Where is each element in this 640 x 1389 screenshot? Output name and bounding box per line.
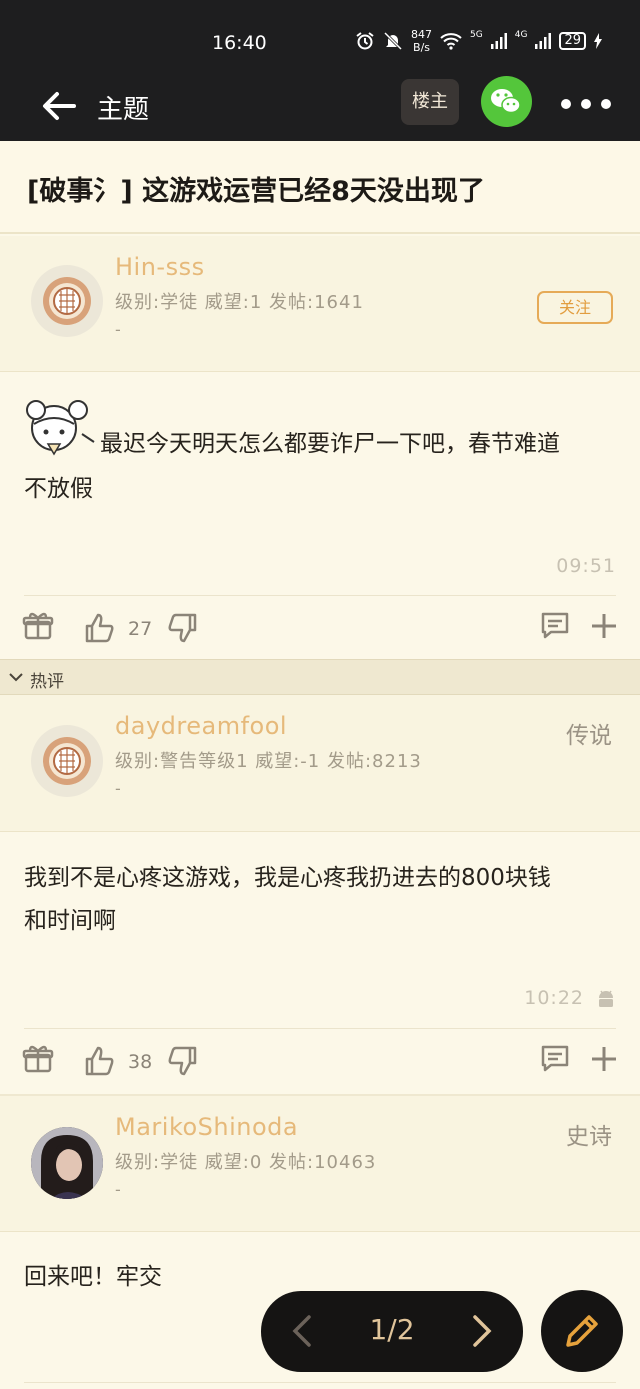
net-speed-unit: B/s bbox=[413, 41, 431, 54]
mute-bell-icon bbox=[383, 31, 403, 51]
post-content-line: 回来吧！牢交 bbox=[24, 1264, 162, 1290]
battery-indicator: 29 bbox=[559, 32, 586, 50]
charging-icon bbox=[594, 33, 602, 49]
default-avatar-icon bbox=[43, 737, 91, 785]
plus-icon[interactable] bbox=[588, 610, 620, 642]
page-title: 主题 bbox=[97, 95, 150, 125]
post-actions: 27 bbox=[0, 596, 640, 660]
plus-icon[interactable] bbox=[588, 1043, 620, 1075]
back-arrow-icon[interactable] bbox=[38, 86, 78, 126]
page-navigator: 1/2 bbox=[261, 1291, 523, 1372]
avatar[interactable] bbox=[31, 1127, 103, 1199]
post-2-author: daydreamfool 传说 级别:警告等级1 威望:-1 发帖:8213 - bbox=[0, 695, 640, 832]
thumbs-down-icon[interactable] bbox=[166, 612, 198, 644]
user-rank: 史诗 bbox=[566, 1124, 612, 1150]
net-speed-value: 847 bbox=[411, 28, 433, 41]
user-meta: 级别:学徒 威望:1 发帖:1641 bbox=[115, 292, 364, 313]
like-count: 27 bbox=[128, 618, 153, 640]
alarm-icon bbox=[356, 32, 374, 50]
username[interactable]: Hin-sss bbox=[115, 253, 205, 281]
chevron-right-icon[interactable] bbox=[469, 1314, 495, 1348]
post-3-author: MarikoShinoda 史诗 级别:学徒 威望:0 发帖:10463 - bbox=[0, 1094, 640, 1232]
user-signature: - bbox=[115, 779, 121, 798]
username[interactable]: MarikoShinoda bbox=[115, 1113, 298, 1141]
post-1-author: Hin-sss 级别:学徒 威望:1 发帖:1641 - 关注 bbox=[0, 236, 640, 372]
post-content-line: 和时间啊 bbox=[24, 908, 116, 934]
topic-title: [破事氵] 这游戏运营已经8天没出现了 bbox=[27, 176, 485, 207]
username[interactable]: daydreamfool bbox=[115, 712, 287, 740]
thumbs-up-icon[interactable] bbox=[84, 1045, 116, 1077]
post-content-line: 我到不是心疼这游戏，我是心疼我扔进去的800块钱 bbox=[24, 865, 551, 891]
signal-icon bbox=[490, 33, 507, 49]
user-signature: - bbox=[115, 320, 121, 339]
op-only-button[interactable]: 楼主 bbox=[401, 79, 459, 125]
android-icon bbox=[599, 990, 613, 1007]
post-time: 09:51 bbox=[556, 555, 616, 577]
signal-4g-label: 4G bbox=[514, 30, 528, 40]
gift-icon[interactable] bbox=[22, 610, 54, 642]
app-bar: 主题 楼主 bbox=[0, 76, 640, 141]
thumbs-up-icon[interactable] bbox=[84, 612, 116, 644]
wechat-icon bbox=[491, 89, 521, 114]
post-content-line: 不放假 bbox=[24, 476, 93, 502]
post-1-body: 最迟今天明天怎么都要诈尸一下吧，春节难道 不放假 09:51 27 bbox=[0, 372, 640, 659]
post-2-body: 我到不是心疼这游戏，我是心疼我扔进去的800块钱 和时间啊 10:22 38 bbox=[0, 832, 640, 1092]
default-avatar-icon bbox=[43, 277, 91, 325]
post-actions: 38 bbox=[0, 1029, 640, 1093]
hot-comments-label: 热评 bbox=[30, 672, 64, 692]
reply-comment-icon[interactable] bbox=[539, 610, 571, 642]
topic-header: [破事氵] 这游戏运营已经8天没出现了 bbox=[0, 141, 640, 234]
net-speed: 847 B/s bbox=[411, 28, 432, 54]
like-count: 38 bbox=[128, 1051, 153, 1073]
user-photo-avatar bbox=[31, 1127, 103, 1199]
signal-5g-label: 5G bbox=[470, 30, 483, 40]
gift-icon[interactable] bbox=[22, 1043, 54, 1075]
reply-comment-icon[interactable] bbox=[539, 1043, 571, 1075]
status-time: 16:40 bbox=[212, 32, 267, 54]
user-rank: 传说 bbox=[566, 723, 612, 749]
avatar[interactable] bbox=[31, 265, 103, 337]
user-meta: 级别:学徒 威望:0 发帖:10463 bbox=[115, 1152, 377, 1173]
signal-icon-2 bbox=[535, 33, 552, 49]
pencil-icon bbox=[566, 1315, 598, 1347]
user-meta: 级别:警告等级1 威望:-1 发帖:8213 bbox=[115, 751, 422, 772]
avatar[interactable] bbox=[31, 725, 103, 797]
compose-reply-button[interactable] bbox=[541, 1290, 623, 1372]
chevron-down-icon bbox=[9, 673, 23, 682]
emoji-sticker-icon bbox=[26, 400, 95, 456]
post-content-line: 最迟今天明天怎么都要诈尸一下吧，春节难道 bbox=[100, 431, 560, 457]
user-signature: - bbox=[115, 1180, 121, 1199]
post-time: 10:22 bbox=[524, 987, 584, 1009]
hot-comments-header[interactable]: 热评 bbox=[0, 659, 640, 695]
status-bar: 16:40 847 B/s 5G 4G 29 bbox=[0, 0, 640, 82]
follow-button[interactable]: 关注 bbox=[537, 291, 613, 324]
thumbs-down-icon[interactable] bbox=[166, 1045, 198, 1077]
divider bbox=[24, 1382, 616, 1383]
more-menu-icon[interactable] bbox=[560, 89, 612, 119]
status-icons: 847 B/s 5G 4G 29 bbox=[355, 28, 602, 54]
wechat-share-button[interactable] bbox=[481, 76, 532, 127]
wifi-icon bbox=[440, 33, 462, 50]
